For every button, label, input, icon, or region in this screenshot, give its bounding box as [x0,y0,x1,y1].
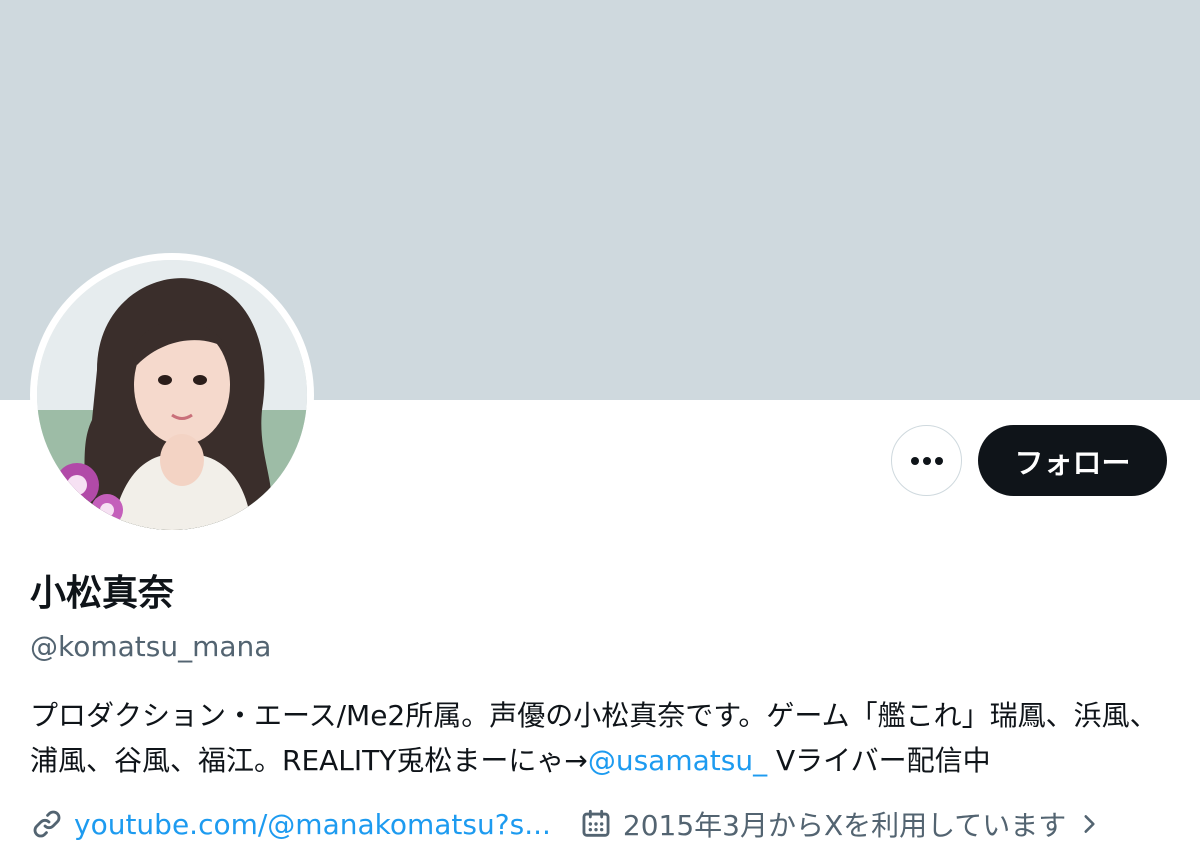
user-handle: @komatsu_mana [30,630,272,663]
chevron-right-icon [1084,815,1095,833]
avatar[interactable] [30,253,314,537]
display-name: 小松真奈 [30,573,175,614]
avatar-photo [37,260,307,530]
joined-item[interactable]: 2015年3月からXを利用しています [579,804,1102,844]
more-dots-icon [910,456,943,465]
profile-meta: youtube.com/@manakomatsu?s... 2015年3月からX… [30,802,1102,846]
bio-mention-link[interactable]: @usamatsu_ [588,744,767,777]
website-item: youtube.com/@manakomatsu?s... [30,807,551,841]
follow-button[interactable]: フォロー [978,425,1167,496]
bio-text-end: Vライバー配信中 [767,744,991,777]
website-link[interactable]: youtube.com/@manakomatsu?s... [74,808,551,841]
calendar-icon [582,809,610,837]
profile-bio: プロダクション・エース/Me2所属。声優の小松真奈です。ゲーム「艦これ」瑞鳳、浜… [30,693,1180,783]
link-icon [33,810,61,838]
more-options-button[interactable] [891,425,962,496]
joined-date: 2015年3月からXを利用しています [622,809,1067,842]
